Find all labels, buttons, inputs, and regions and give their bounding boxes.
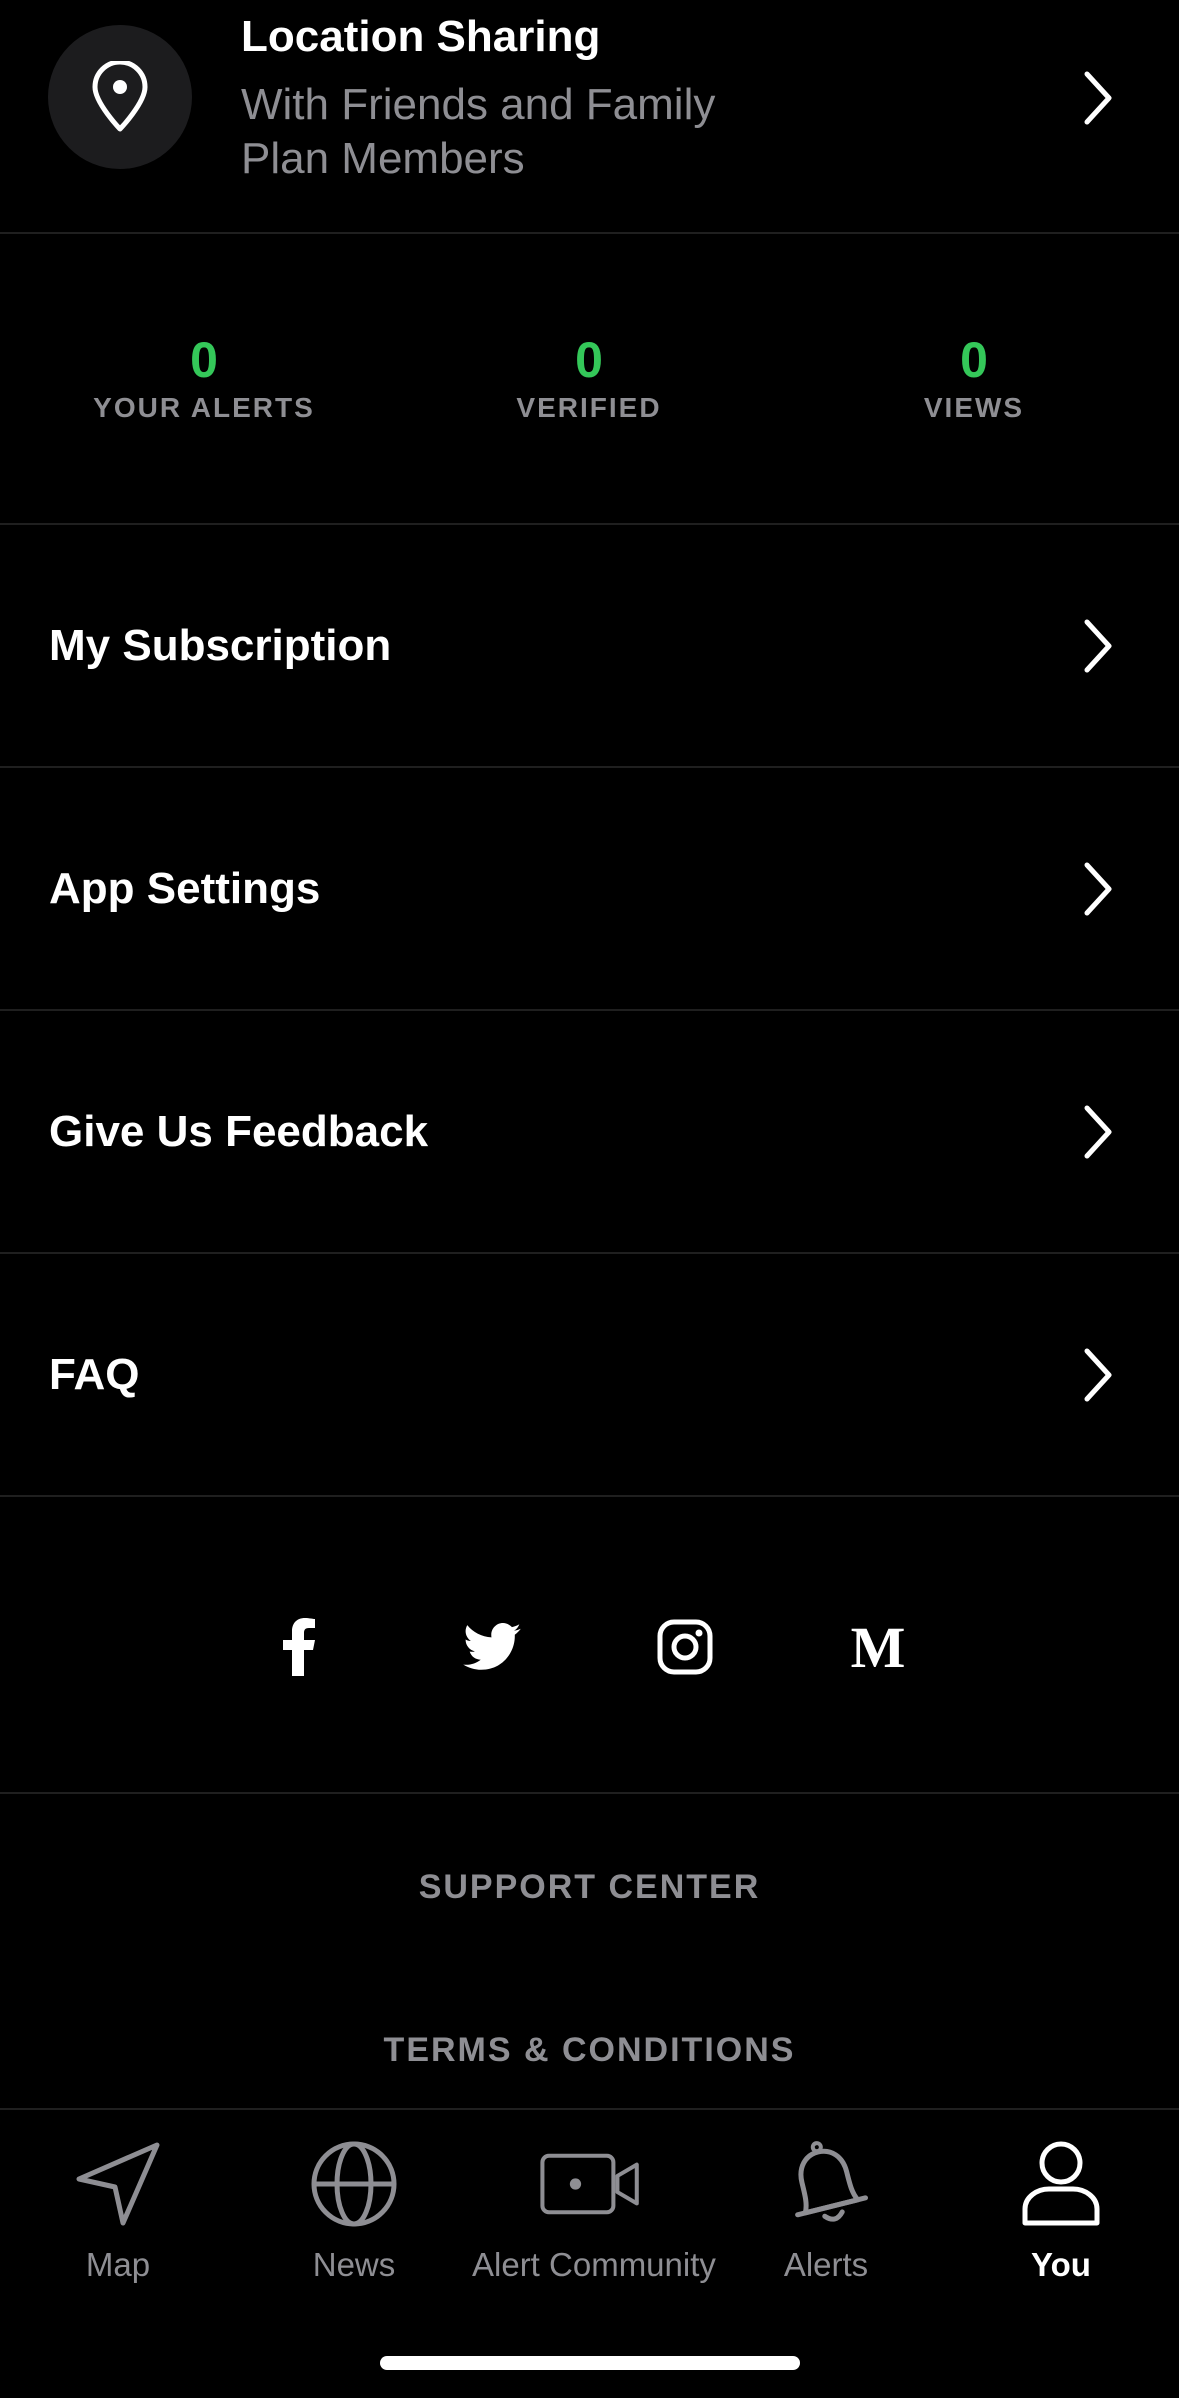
instagram-icon [657,1619,713,1675]
tab-alerts[interactable]: Alerts [708,2134,944,2284]
instagram-link[interactable] [653,1615,717,1679]
svg-text:M: M [851,1621,906,1673]
stat-label: YOUR ALERTS [93,392,315,423]
chevron-right-icon [1084,862,1112,915]
terms-conditions-link[interactable]: TERMS & CONDITIONS [0,2031,1179,2070]
chevron-right-icon [1084,619,1112,672]
facebook-link[interactable] [267,1615,331,1679]
stat-verified: 0 VERIFIED [439,330,739,424]
medium-link[interactable]: M [846,1615,910,1679]
stat-label: VERIFIED [516,392,662,423]
tab-bar: Map News Alert Community Alerts You [0,2108,1179,2398]
bell-icon [776,2134,876,2234]
medium-icon: M [851,1621,906,1673]
divider [0,1495,1179,1497]
globe-icon [304,2134,404,2234]
menu-item-give-us-feedback[interactable]: Give Us Feedback [0,1011,1179,1252]
stat-your-alerts: 0 YOUR ALERTS [54,330,354,424]
stat-views: 0 VIEWS [824,330,1124,424]
chevron-right-icon [1084,1348,1112,1401]
menu-item-label: FAQ [49,1349,140,1399]
divider [0,232,1179,234]
tab-map[interactable]: Map [0,2134,236,2284]
stat-value: 0 [190,332,218,388]
twitter-link[interactable] [460,1615,524,1679]
menu-item-label: App Settings [49,863,321,913]
stat-label: VIEWS [923,392,1025,423]
support-center-link[interactable]: SUPPORT CENTER [0,1868,1179,1907]
tab-alert-community[interactable]: Alert Community [472,2134,716,2284]
location-sharing-row[interactable]: Location Sharing With Friends and Family… [0,0,1179,233]
tab-label: You [1031,2246,1091,2283]
twitter-icon [463,1623,521,1670]
stat-value: 0 [575,332,603,388]
menu-item-label: Give Us Feedback [49,1106,429,1156]
tab-label: Map [85,2246,151,2283]
person-icon [1011,2134,1111,2234]
navigation-arrow-icon [68,2134,168,2234]
menu-item-app-settings[interactable]: App Settings [0,768,1179,1009]
location-sharing-subtitle-line2: Plan Members [241,134,525,183]
menu-item-my-subscription[interactable]: My Subscription [0,525,1179,766]
facebook-icon [283,1618,315,1676]
location-pin-icon [92,61,148,132]
tab-label: Alert Community [472,2246,716,2283]
tab-you[interactable]: You [943,2134,1179,2284]
chevron-right-icon [1084,71,1112,125]
home-indicator[interactable] [380,2356,800,2370]
menu-item-faq[interactable]: FAQ [0,1254,1179,1495]
chevron-right-icon [1084,1105,1112,1158]
divider [0,1792,1179,1794]
stat-value: 0 [960,332,988,388]
location-sharing-subtitle-line1: With Friends and Family [241,80,716,129]
tab-label: News [312,2246,396,2283]
location-icon-circle [48,25,192,169]
location-sharing-subtitle: With Friends and Family Plan Members [241,78,841,186]
location-sharing-title: Location Sharing [241,12,601,61]
video-camera-icon [540,2134,640,2234]
tab-news[interactable]: News [236,2134,472,2284]
menu-item-label: My Subscription [49,620,392,670]
tab-label: Alerts [783,2246,869,2283]
